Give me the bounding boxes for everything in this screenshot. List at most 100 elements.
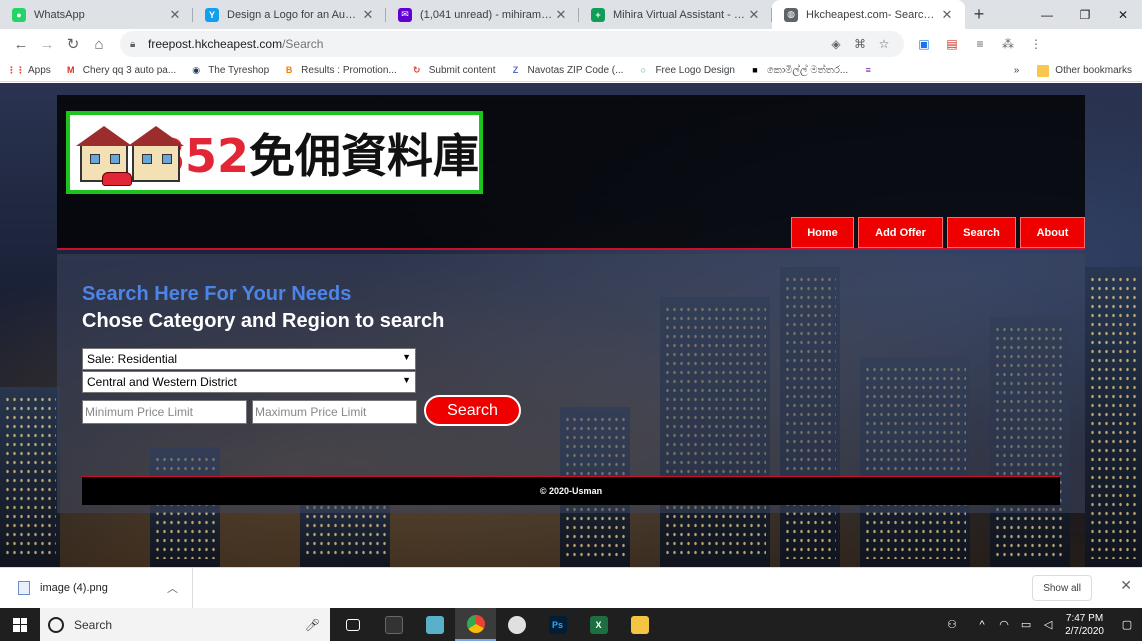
windows-taskbar: Search 🎤︎ Ps X ⚇ ^ ◠ ▭ ◁ 7:47 PM 2/7/202…	[0, 608, 1142, 641]
file-explorer-icon[interactable]	[619, 608, 660, 641]
taskbar-search[interactable]: Search 🎤︎	[40, 608, 330, 641]
nav-add-offer-button[interactable]: Add Offer	[858, 217, 943, 248]
bookmark-item[interactable]: ◉ The Tyreshop	[190, 64, 269, 76]
address-bar[interactable]: 🔒︎ freepost.hkcheapest.com/Search ◈ ⌘ ☆	[120, 31, 904, 57]
notepad-app-icon[interactable]	[414, 608, 455, 641]
home-icon[interactable]: ⌂	[86, 31, 112, 57]
image-file-icon	[18, 581, 30, 595]
bookmark-item[interactable]: ↻ Submit content	[411, 64, 496, 76]
minimize-icon[interactable]: —	[1028, 0, 1066, 29]
bookmark-label: Free Logo Design	[655, 64, 735, 76]
new-tab-button[interactable]: +	[965, 0, 993, 29]
blogger-icon: B	[285, 65, 293, 75]
bookmark-label: Navotas ZIP Code (...	[527, 64, 624, 76]
bookmark-item[interactable]: Z Navotas ZIP Code (...	[509, 64, 624, 76]
bookmarks-overflow-icon[interactable]: »	[1014, 65, 1020, 76]
category-value: Sale: Residential	[87, 352, 178, 366]
bookmark-label: The Tyreshop	[208, 64, 270, 76]
tab-close-icon[interactable]: ✕	[939, 7, 955, 23]
start-button[interactable]	[0, 608, 40, 641]
region-value: Central and Western District	[87, 375, 237, 389]
bookmark-item[interactable]: M Chery qq 3 auto pa...	[65, 64, 176, 76]
window-controls: — ❐ ✕	[1028, 0, 1142, 29]
globe-icon: ◍	[784, 7, 798, 22]
bookmark-black-icon: ■	[752, 65, 758, 75]
paint-app-icon[interactable]	[496, 608, 537, 641]
bookmarks-bar: ⋮⋮ Apps M Chery qq 3 auto pa... ◉ The Tyresho…	[0, 59, 1142, 82]
excel-app-icon[interactable]: X	[578, 608, 619, 641]
battery-icon[interactable]: ▭	[1015, 618, 1037, 631]
browser-toolbar: ← → ↻ ⌂ 🔒︎ freepost.hkcheapest.com/Searc…	[0, 29, 1142, 59]
bookmark-item[interactable]: ⋮⋮ Apps	[7, 64, 51, 76]
calculator-app-icon[interactable]	[373, 608, 414, 641]
site-logo[interactable]: 852免佣資料庫	[66, 111, 483, 194]
nav-search-button[interactable]: Search	[947, 217, 1016, 248]
logo-title: 免佣資料庫	[249, 128, 479, 183]
restore-icon[interactable]: ❐	[1066, 0, 1104, 29]
nav-home-button[interactable]: Home	[791, 217, 854, 248]
extension-blue-icon[interactable]: ▣	[912, 34, 936, 54]
bookmark-item[interactable]: ≡	[862, 64, 880, 76]
whatsapp-icon: ●	[12, 7, 26, 22]
min-price-input[interactable]: Minimum Price Limit	[82, 400, 247, 424]
tab-5[interactable]: ◍ Hkcheapest.com- Search Here✕	[772, 0, 965, 29]
tab-1[interactable]: ● WhatsApp ✕	[0, 0, 193, 29]
reload-icon[interactable]: ↻	[60, 31, 86, 57]
extension-shield-icon[interactable]: ◈	[826, 37, 846, 51]
nav-about-button[interactable]: About	[1020, 217, 1085, 248]
show-all-button[interactable]: Show all	[1032, 575, 1092, 601]
chevron-up-icon[interactable]: ︿	[167, 580, 178, 596]
max-price-input[interactable]: Maximum Price Limit	[252, 400, 417, 424]
other-bookmarks-label: Other bookmarks	[1055, 65, 1132, 76]
chevron-up-icon[interactable]: ^	[971, 619, 993, 631]
chrome-app-icon[interactable]	[455, 608, 496, 641]
wifi-icon[interactable]: ◠	[993, 618, 1015, 631]
tab-3[interactable]: ✉ (1,041 unread) - mihiramanjula✕	[386, 0, 579, 29]
notification-icon[interactable]: ▢	[1112, 618, 1142, 631]
folder-icon	[1037, 64, 1050, 77]
download-item[interactable]: image (4).png ︿	[0, 567, 193, 609]
translate-icon[interactable]: ⌘	[850, 37, 870, 51]
clock-time: 7:47 PM	[1065, 612, 1104, 624]
tab-2[interactable]: Y Design a Logo for an Australia ✕	[193, 0, 386, 29]
task-view-icon[interactable]	[332, 608, 373, 641]
bookmark-item[interactable]: B Results : Promotion...	[283, 64, 397, 76]
extension-puzzle-icon[interactable]: ⁂	[996, 34, 1020, 54]
search-button[interactable]: Search	[424, 395, 521, 426]
tab-close-icon[interactable]: ✕	[360, 7, 376, 23]
window-close-icon[interactable]: ✕	[1104, 0, 1142, 29]
tab-close-icon[interactable]: ✕	[746, 7, 762, 23]
category-select[interactable]: Sale: Residential ▼	[82, 348, 416, 370]
reading-list-icon[interactable]: ≡	[968, 34, 992, 54]
photoshop-app-icon[interactable]: Ps	[537, 608, 578, 641]
other-bookmarks[interactable]: Other bookmarks	[1037, 64, 1132, 77]
people-icon[interactable]: ⚇	[941, 618, 963, 631]
tab-close-icon[interactable]: ✕	[553, 7, 569, 23]
car-icon	[102, 171, 132, 186]
region-select[interactable]: Central and Western District ▼	[82, 371, 416, 393]
forward-arrow-icon[interactable]: →	[34, 31, 60, 57]
microphone-icon[interactable]: 🎤︎	[305, 618, 320, 632]
search-title: Search Here For Your Needs	[82, 283, 352, 305]
dropdown-arrow-icon: ▼	[402, 352, 411, 362]
tab-close-icon[interactable]: ✕	[167, 7, 183, 23]
clock[interactable]: 7:47 PM 2/7/2020	[1065, 612, 1104, 638]
bookmark-item[interactable]: ■ කොමිල්ල් මත්තර...	[749, 64, 848, 76]
tab-4[interactable]: + Mihira Virtual Assistant - Goog ✕	[579, 0, 772, 29]
close-icon[interactable]: ✕	[1120, 577, 1132, 594]
search-subtitle: Chose Category and Region to search	[82, 310, 445, 332]
volume-icon[interactable]: ◁	[1037, 618, 1059, 631]
tab-title: (1,041 unread) - mihiramanjula	[420, 8, 553, 21]
extensions-area: ▣ ▤ ≡ ⁂ ⋮	[912, 34, 1048, 54]
bookmark-star-icon[interactable]: ☆	[874, 37, 894, 51]
menu-kebab-icon[interactable]: ⋮	[1024, 34, 1048, 54]
web-page: 852免佣資料庫 Home Add Offer Search About Search…	[0, 83, 1142, 567]
bookmark-label: කොමිල්ල් මත්තර...	[766, 64, 849, 76]
back-arrow-icon[interactable]: ←	[8, 31, 34, 57]
lock-icon[interactable]: 🔒︎	[130, 39, 140, 50]
bookmark-label: Apps	[28, 64, 51, 76]
tab-list: ● WhatsApp ✕ Y Design a Logo for an Australi…	[0, 0, 965, 29]
bookmark-item[interactable]: ○ Free Logo Design	[637, 64, 735, 76]
pdf-extension-icon[interactable]: ▤	[940, 34, 964, 54]
apps-grid-icon: ⋮⋮	[7, 64, 25, 75]
